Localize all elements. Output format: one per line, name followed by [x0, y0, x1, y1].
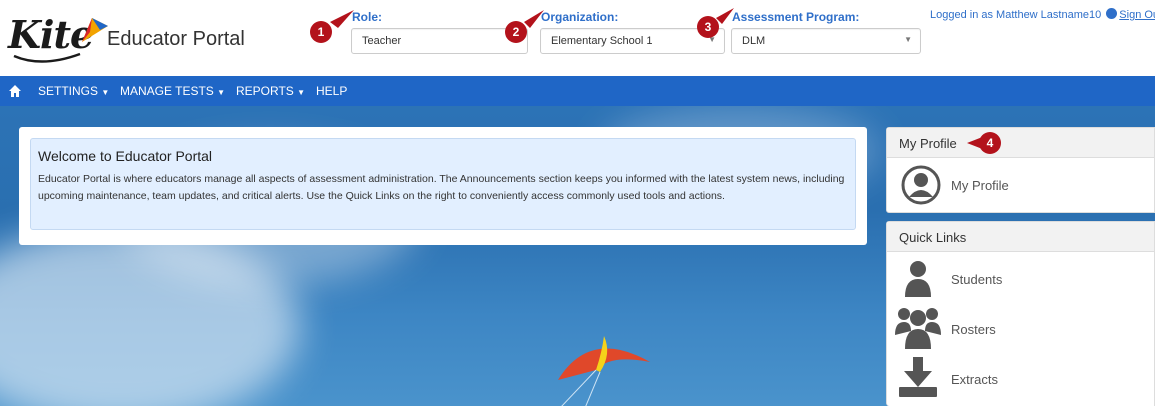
chevron-down-icon: ▼	[904, 35, 912, 44]
quick-link-extracts-label: Extracts	[951, 372, 998, 387]
home-icon[interactable]	[8, 84, 22, 98]
welcome-title: Welcome to Educator Portal	[38, 148, 213, 164]
organization-label: Organization:	[541, 10, 619, 24]
welcome-panel: Welcome to Educator Portal Educator Port…	[19, 127, 867, 245]
organization-value: Elementary School 1	[551, 35, 653, 47]
group-icon	[895, 308, 941, 349]
role-value: Teacher	[362, 35, 402, 47]
quick-links-panel: Quick Links Students Rosters Extracts	[886, 221, 1155, 406]
nav-help-label: HELP	[316, 84, 348, 98]
callout-badge-4: 4	[979, 132, 1001, 154]
student-icon	[905, 261, 931, 297]
nav-manage-tests[interactable]: MANAGE TESTS ▼	[120, 84, 225, 98]
quick-link-students-label: Students	[951, 272, 1003, 287]
caret-down-icon: ▼	[217, 88, 226, 97]
quick-links-heading: Quick Links	[887, 222, 1154, 252]
main-nav: SETTINGS ▼ MANAGE TESTS ▼ REPORTS ▼ HELP	[0, 76, 1155, 106]
callout-arrow-icon	[330, 10, 354, 28]
header: Kite Educator Portal 1 Role: Teacher ▼ 2…	[0, 0, 1155, 76]
logo-swoosh-icon	[13, 52, 81, 63]
assessment-program-label: Assessment Program:	[732, 10, 860, 24]
role-label: Role:	[352, 10, 382, 24]
assessment-program-value: DLM	[742, 35, 766, 47]
my-profile-heading-label: My Profile	[899, 136, 957, 151]
my-profile-heading: My Profile	[887, 128, 1154, 158]
welcome-alert: Welcome to Educator Portal Educator Port…	[30, 138, 856, 230]
login-status: Logged in as Matthew Lastname10 Sign Ou	[930, 8, 1155, 21]
quick-link-rosters-label: Rosters	[951, 322, 996, 337]
assessment-program-select[interactable]: DLM ▼	[731, 28, 921, 54]
user-avatar-icon	[901, 165, 941, 205]
nav-manage-tests-label: MANAGE TESTS	[120, 84, 214, 98]
my-profile-label: My Profile	[951, 178, 1009, 193]
caret-down-icon: ▼	[297, 88, 306, 97]
role-select[interactable]: Teacher ▼	[351, 28, 528, 54]
quick-link-extracts[interactable]: Extracts	[887, 355, 1155, 403]
nav-reports-label: REPORTS	[236, 84, 294, 98]
kite-icon	[82, 18, 108, 42]
my-profile-panel: My Profile 4 My Profile	[886, 127, 1155, 213]
portal-title: Educator Portal	[107, 28, 245, 50]
welcome-body: Educator Portal is where educators manag…	[38, 173, 845, 202]
caret-down-icon: ▼	[101, 88, 110, 97]
nav-settings[interactable]: SETTINGS ▼	[38, 84, 109, 98]
quick-link-students[interactable]: Students	[887, 255, 1155, 303]
nav-help[interactable]: HELP	[316, 84, 347, 98]
logged-in-text: Logged in as Matthew Lastname10	[930, 9, 1102, 21]
quick-link-rosters[interactable]: Rosters	[887, 305, 1155, 353]
my-profile-link[interactable]: My Profile	[887, 158, 1155, 213]
callout-badge-1: 1	[310, 21, 332, 43]
user-circle-icon	[1106, 8, 1118, 19]
kite-image-icon	[558, 336, 650, 406]
nav-reports[interactable]: REPORTS ▼	[236, 84, 305, 98]
nav-settings-label: SETTINGS	[38, 84, 99, 98]
sign-out-link[interactable]: Sign Ou	[1119, 9, 1155, 21]
download-icon	[899, 357, 937, 397]
